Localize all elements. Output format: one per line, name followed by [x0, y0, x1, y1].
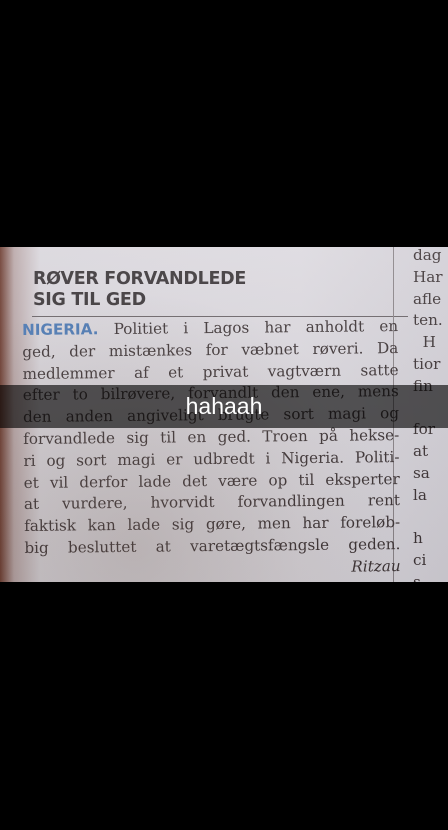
- article-lead: NIGERIA.: [22, 320, 99, 339]
- side-line: Har: [413, 267, 443, 286]
- body-line: big besluttet at varetægtsfængsle geden.: [24, 535, 401, 557]
- article-headline: RØVER FORVANDLEDE SIG TIL GED: [33, 269, 246, 311]
- side-line: [413, 507, 443, 529]
- article-body: NIGERIA. Politiet i Lagos har anholdt en…: [22, 316, 401, 581]
- caption-text: hahaah: [185, 393, 263, 419]
- side-line: la: [413, 485, 427, 504]
- side-line: at: [413, 442, 429, 461]
- snap-caption: hahaah: [0, 385, 448, 428]
- byline: Ritzau: [351, 556, 401, 576]
- side-line: ci: [413, 551, 427, 570]
- headline-line: SIG TIL GED: [33, 290, 146, 310]
- side-line: afle: [413, 289, 442, 308]
- side-line: tior: [413, 354, 441, 373]
- side-line: H: [413, 333, 436, 352]
- side-line: dag: [413, 247, 442, 264]
- headline-line: RØVER FORVANDLEDE: [33, 269, 246, 289]
- side-line: sa: [413, 463, 430, 482]
- side-line: h: [413, 529, 423, 548]
- side-line: ten.: [413, 311, 443, 330]
- body-text: Politiet i Lagos har anholdt en: [98, 317, 399, 339]
- side-line: s: [413, 572, 421, 582]
